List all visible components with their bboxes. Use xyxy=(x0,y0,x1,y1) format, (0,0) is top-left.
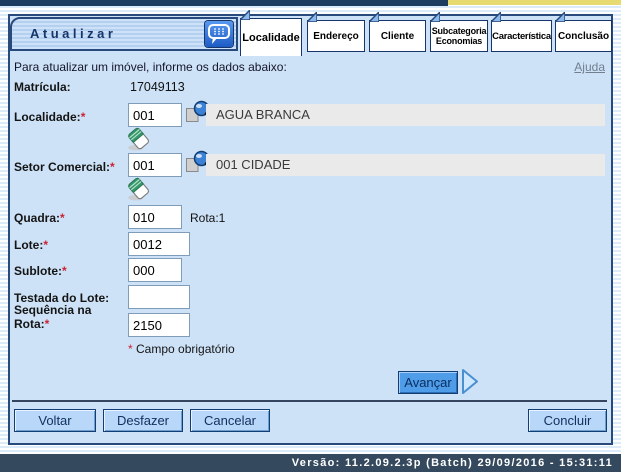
tab-label: Cliente xyxy=(381,31,414,42)
required-asterisk: * xyxy=(43,238,48,252)
localidade-label: Localidade:* xyxy=(14,110,85,124)
sublote-label: Sublote:* xyxy=(14,264,67,278)
tab-cliente[interactable]: Cliente xyxy=(369,20,426,52)
sequencia-rota-input[interactable] xyxy=(128,313,190,337)
sequencia-rota-label: Sequência na Rota:* xyxy=(14,303,91,331)
required-asterisk: * xyxy=(62,264,67,278)
tab-fold-icon xyxy=(307,12,317,22)
tab-fold-icon xyxy=(369,12,379,22)
tab-label-line1: Subcategoria xyxy=(432,26,487,36)
tab-subcategoria-economias[interactable]: Subcategoria Economias xyxy=(430,20,488,52)
required-asterisk: * xyxy=(110,160,115,174)
window-title-bar: Atualizar xyxy=(10,17,238,51)
voltar-button[interactable]: Voltar xyxy=(14,409,96,432)
chat-bubble-icon[interactable] xyxy=(205,21,233,47)
setor-comercial-label: Setor Comercial:* xyxy=(14,160,115,174)
concluir-button[interactable]: Concluir xyxy=(528,409,607,432)
testada-input[interactable] xyxy=(128,285,190,309)
tab-label: Conclusão xyxy=(558,31,609,42)
required-asterisk: * xyxy=(45,317,50,331)
required-asterisk: * xyxy=(60,211,65,225)
tab-fold-icon xyxy=(491,12,501,22)
sublote-input[interactable] xyxy=(128,258,182,282)
tab-fold-icon xyxy=(430,12,440,22)
advance-arrow-icon[interactable] xyxy=(461,368,479,400)
localidade-input[interactable] xyxy=(128,103,182,127)
required-asterisk: * xyxy=(81,110,86,124)
tab-label: Endereço xyxy=(313,31,359,42)
desfazer-button[interactable]: Desfazer xyxy=(103,409,183,432)
tab-endereco[interactable]: Endereço xyxy=(307,20,365,52)
tab-fold-icon xyxy=(240,10,250,20)
form-instructions: Para atualizar um imóvel, informe os dad… xyxy=(14,60,287,74)
lote-input[interactable] xyxy=(128,232,190,256)
quadra-label: Quadra:* xyxy=(14,211,65,225)
matricula-label: Matrícula: xyxy=(14,80,71,94)
top-yellow-bar xyxy=(448,0,621,5)
required-asterisk: * xyxy=(128,342,133,356)
version-status-bar: Versão: 11.2.09.2.3p (Batch) 29/09/2016 … xyxy=(0,454,621,472)
eraser-icon[interactable] xyxy=(126,126,152,152)
top-navy-bar xyxy=(0,0,448,6)
quadra-input[interactable] xyxy=(128,205,182,229)
tab-caracteristica[interactable]: Característica xyxy=(491,20,552,52)
cancelar-button[interactable]: Cancelar xyxy=(190,409,270,432)
main-panel xyxy=(8,14,613,445)
matricula-value: 17049113 xyxy=(130,80,185,94)
eraser-icon[interactable] xyxy=(126,176,152,202)
localidade-description: AGUA BRANCA xyxy=(206,104,605,126)
tab-label: Característica xyxy=(492,31,551,42)
lote-label: Lote:* xyxy=(14,238,48,252)
tab-fold-icon xyxy=(555,12,565,22)
page-title: Atualizar xyxy=(30,26,116,41)
rota-value: Rota:1 xyxy=(190,211,225,225)
setor-comercial-input[interactable] xyxy=(128,153,182,177)
required-field-note: * Campo obrigatório xyxy=(128,342,235,356)
avancar-button[interactable]: Avançar xyxy=(398,371,458,394)
tab-label-line2: Economias xyxy=(436,36,482,46)
tab-localidade[interactable]: Localidade xyxy=(240,18,302,56)
divider xyxy=(12,400,607,402)
help-link[interactable]: Ajuda xyxy=(574,60,605,74)
tab-label: Localidade xyxy=(242,32,299,44)
setor-comercial-description: 001 CIDADE xyxy=(206,154,605,176)
tab-conclusao[interactable]: Conclusão xyxy=(555,20,612,52)
